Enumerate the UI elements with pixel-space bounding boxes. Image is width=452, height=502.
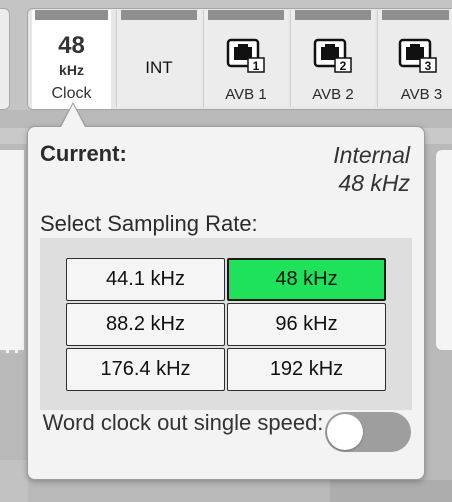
background-bottom-left: [0, 460, 28, 502]
rate-button-192[interactable]: 192 kHz: [227, 348, 386, 391]
ethernet-port-icon: 1: [226, 38, 265, 73]
ethernet-port-icon: 2: [313, 38, 352, 73]
toggle-knob[interactable]: [327, 414, 363, 450]
clock-label: Clock: [51, 85, 92, 102]
rate-panel: 44.1 kHz 48 kHz 88.2 kHz 96 kHz 176.4 kH…: [40, 238, 412, 410]
rate-button-96[interactable]: 96 kHz: [227, 303, 386, 346]
current-value: Internal 48 kHz: [333, 141, 410, 197]
source-avb1-label: AVB 1: [225, 86, 267, 103]
current-rate: 48 kHz: [338, 170, 410, 196]
background-left-tile: [0, 8, 10, 110]
source-avb3-button[interactable]: 3 AVB 3: [377, 10, 452, 107]
background-right-panel: [436, 150, 452, 350]
word-clock-toggle[interactable]: [325, 412, 411, 452]
avb1-port-number: 1: [253, 59, 260, 73]
rate-button-176-4[interactable]: 176.4 kHz: [66, 348, 225, 391]
source-avb1-button[interactable]: 1 AVB 1: [203, 10, 288, 107]
source-int-label: INT: [145, 58, 173, 77]
source-avb3-label: AVB 3: [400, 86, 443, 103]
avb3-port-number: 3: [425, 59, 432, 73]
rate-grid: 44.1 kHz 48 kHz 88.2 kHz 96 kHz 176.4 kH…: [66, 258, 386, 391]
ethernet-port-icon: 3: [398, 38, 437, 73]
current-label: Current:: [40, 141, 127, 166]
background-left-panel: [0, 150, 24, 353]
rate-button-44-1[interactable]: 44.1 kHz: [66, 258, 225, 301]
clock-rate-unit: kHz: [59, 62, 84, 78]
source-int-button[interactable]: INT: [116, 10, 201, 107]
source-avb2-button[interactable]: 2 AVB 2: [290, 10, 375, 107]
popover-arrow: [61, 104, 85, 127]
select-sampling-rate-label: Select Sampling Rate:: [40, 211, 258, 236]
avb2-port-number: 2: [340, 59, 347, 73]
background-bottom-right: [330, 480, 452, 502]
current-source: Internal: [333, 142, 410, 168]
rate-button-88-2[interactable]: 88.2 kHz: [66, 303, 225, 346]
clock-rate-value: 48: [58, 32, 85, 59]
word-clock-label: Word clock out single speed:: [42, 410, 324, 435]
sampling-rate-popover: Current: Internal 48 kHz Select Sampling…: [27, 126, 425, 480]
source-avb2-label: AVB 2: [312, 86, 354, 103]
rate-button-48[interactable]: 48 kHz: [227, 258, 386, 301]
clock-rate-button[interactable]: 48 kHz Clock: [32, 10, 111, 109]
